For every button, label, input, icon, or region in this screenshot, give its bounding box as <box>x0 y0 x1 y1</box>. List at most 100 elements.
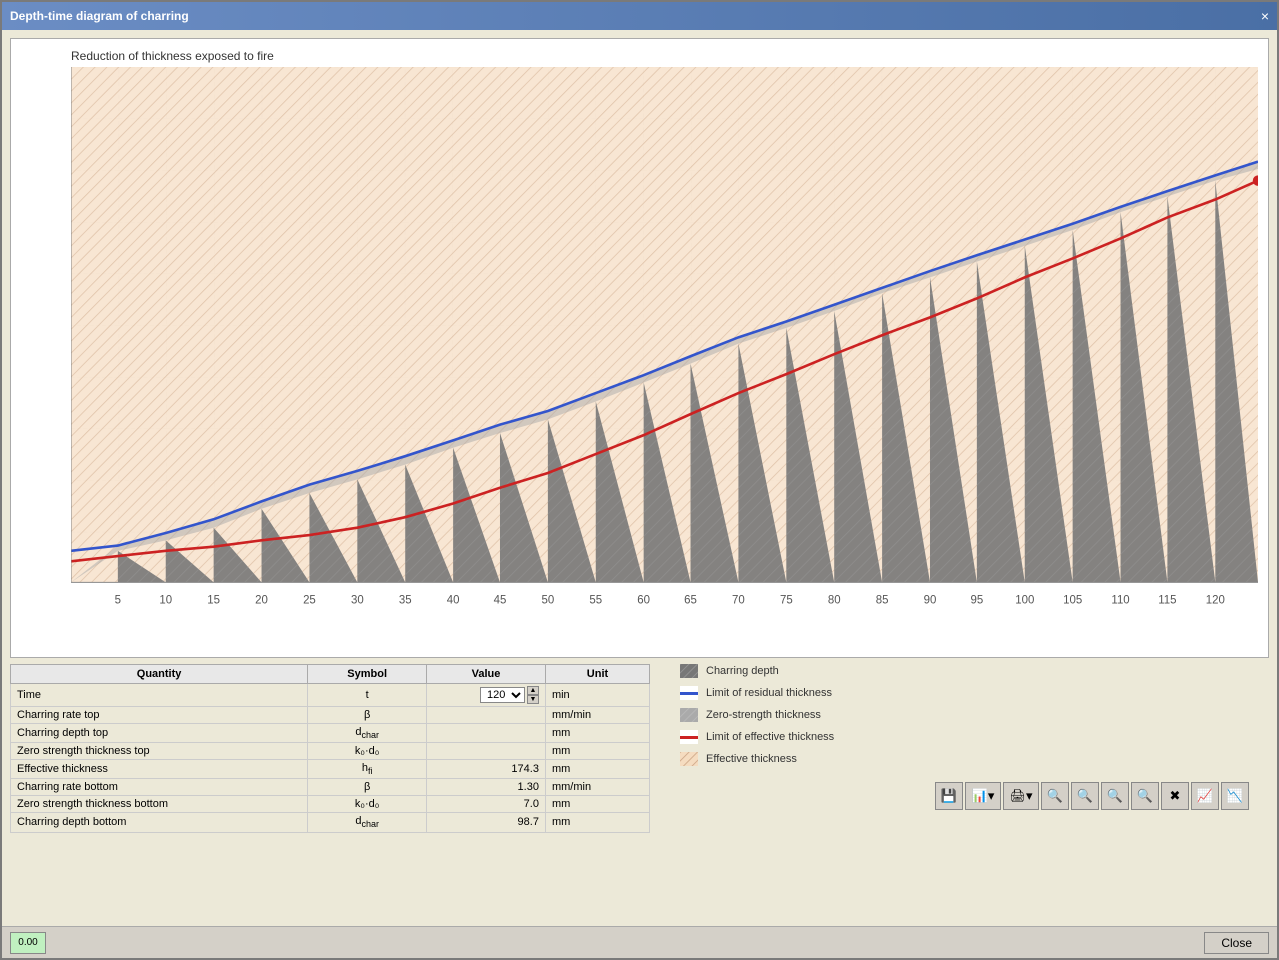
chart-type-2-button[interactable]: 📉 <box>1221 782 1249 810</box>
legend-effective-limit: Limit of effective thickness <box>680 730 1249 744</box>
row-charring-depth-top-value <box>427 724 546 743</box>
svg-text:120: 120 <box>1206 594 1225 606</box>
col-symbol: Symbol <box>308 665 427 684</box>
row-time-value: 120 30 60 90 ▲ ▼ <box>427 684 546 707</box>
title-bar: Depth-time diagram of charring × <box>2 2 1277 30</box>
row-effective-thickness-value: 174.3 <box>427 760 546 779</box>
legend-charring-depth: Charring depth <box>680 664 1249 678</box>
effective-limit-swatch <box>680 730 698 744</box>
col-unit: Unit <box>545 665 649 684</box>
row-zero-strength-bottom-value: 7.0 <box>427 796 546 813</box>
legend-residual-thickness-label: Limit of residual thickness <box>706 687 832 699</box>
time-increment[interactable]: ▲ <box>527 686 539 695</box>
row-zero-strength-bottom-label: Zero strength thickness bottom <box>11 796 308 813</box>
chart-svg: 0 25.0 50.0 75.0 100.0 125.0 150.0 175.0… <box>71 67 1258 635</box>
table-row: Charring depth bottom dchar 98.7 mm <box>11 813 650 832</box>
close-button[interactable]: Close <box>1204 932 1269 954</box>
legend-charring-depth-label: Charring depth <box>706 665 779 677</box>
row-time-label: Time <box>11 684 308 707</box>
svg-text:5: 5 <box>115 594 121 606</box>
legend-zero-strength-label: Zero-strength thickness <box>706 709 821 721</box>
legend-residual-thickness: Limit of residual thickness <box>680 686 1249 700</box>
window-close-button[interactable]: × <box>1261 8 1269 24</box>
window-title: Depth-time diagram of charring <box>10 9 189 23</box>
chart-type-1-button[interactable]: 📈 <box>1191 782 1219 810</box>
svg-text:50: 50 <box>542 594 555 606</box>
table-row: Charring rate top β mm/min <box>11 707 650 724</box>
row-effective-thickness-unit: mm <box>545 760 649 779</box>
row-charring-depth-bottom-symbol: dchar <box>308 813 427 832</box>
svg-text:40: 40 <box>447 594 460 606</box>
row-charring-rate-top-value <box>427 707 546 724</box>
row-charring-depth-top-symbol: dchar <box>308 724 427 743</box>
legend-zero-strength: Zero-strength thickness <box>680 708 1249 722</box>
row-zero-strength-top-unit: mm <box>545 743 649 760</box>
zoom-reset-button[interactable]: 🔍 <box>1101 782 1129 810</box>
col-value: Value <box>427 665 546 684</box>
print-button[interactable]: 🖨▾ <box>1003 782 1039 810</box>
svg-text:70: 70 <box>732 594 745 606</box>
row-time-symbol: t <box>308 684 427 707</box>
row-charring-rate-top-label: Charring rate top <box>11 707 308 724</box>
svg-text:55: 55 <box>589 594 602 606</box>
export-button[interactable]: 📊▾ <box>965 782 1001 810</box>
time-select[interactable]: 120 30 60 90 <box>480 687 525 703</box>
table-row: Effective thickness hfi 174.3 mm <box>11 760 650 779</box>
legend-section: Charring depth Limit of residual thickne… <box>660 664 1269 918</box>
legend-effective-thickness-label: Effective thickness <box>706 753 797 765</box>
chart-title: Reduction of thickness exposed to fire <box>71 49 1258 63</box>
status-indicator: 0.00 <box>10 932 46 954</box>
row-zero-strength-bottom-unit: mm <box>545 796 649 813</box>
save-button[interactable]: 💾 <box>935 782 963 810</box>
svg-text:20: 20 <box>255 594 268 606</box>
main-window: Depth-time diagram of charring × Reducti… <box>0 0 1279 960</box>
legend-effective-thickness: Effective thickness <box>680 752 1249 766</box>
legend-effective-limit-label: Limit of effective thickness <box>706 731 834 743</box>
zoom-in-button[interactable]: 🔍 <box>1041 782 1069 810</box>
svg-text:65: 65 <box>684 594 697 606</box>
svg-text:60: 60 <box>637 594 650 606</box>
row-charring-rate-bottom-unit: mm/min <box>545 779 649 796</box>
svg-text:115: 115 <box>1158 594 1176 606</box>
svg-text:95: 95 <box>971 594 984 606</box>
effective-thickness-swatch <box>680 752 698 766</box>
svg-text:30: 30 <box>351 594 364 606</box>
svg-text:105: 105 <box>1063 594 1082 606</box>
table-row: Time t 120 30 60 90 <box>11 684 650 707</box>
toolbar: 💾 📊▾ 🖨▾ 🔍 🔍 🔍 🔍 ✖ 📈 📉 <box>680 782 1249 810</box>
status-bar: 0.00 Close <box>2 926 1277 958</box>
row-effective-thickness-label: Effective thickness <box>11 760 308 779</box>
row-zero-strength-top-value <box>427 743 546 760</box>
svg-text:85: 85 <box>876 594 889 606</box>
status-left: 0.00 <box>10 932 46 954</box>
table-row: Zero strength thickness top k₀·d₀ mm <box>11 743 650 760</box>
clear-button[interactable]: ✖ <box>1161 782 1189 810</box>
svg-text:90: 90 <box>924 594 937 606</box>
row-zero-strength-top-symbol: k₀·d₀ <box>308 743 427 760</box>
zoom-out-button[interactable]: 🔍 <box>1071 782 1099 810</box>
main-content: Reduction of thickness exposed to fire <box>2 30 1277 926</box>
col-quantity: Quantity <box>11 665 308 684</box>
bottom-section: Quantity Symbol Value Unit Time t <box>10 664 1269 918</box>
table-row: Zero strength thickness bottom k₀·d₀ 7.0… <box>11 796 650 813</box>
row-charring-rate-bottom-value: 1.30 <box>427 779 546 796</box>
row-charring-rate-top-symbol: β <box>308 707 427 724</box>
zero-strength-swatch <box>680 708 698 722</box>
charring-depth-swatch <box>680 664 698 678</box>
svg-text:100: 100 <box>1015 594 1034 606</box>
table-section: Quantity Symbol Value Unit Time t <box>10 664 650 918</box>
residual-thickness-swatch <box>680 686 698 700</box>
svg-text:35: 35 <box>399 594 412 606</box>
zoom-fit-button[interactable]: 🔍 <box>1131 782 1159 810</box>
table-row: Charring rate bottom β 1.30 mm/min <box>11 779 650 796</box>
svg-text:25: 25 <box>303 594 316 606</box>
table-row: Charring depth top dchar mm <box>11 724 650 743</box>
data-table: Quantity Symbol Value Unit Time t <box>10 664 650 833</box>
row-zero-strength-bottom-symbol: k₀·d₀ <box>308 796 427 813</box>
row-charring-rate-top-unit: mm/min <box>545 707 649 724</box>
row-time-unit: min <box>545 684 649 707</box>
row-charring-depth-bottom-label: Charring depth bottom <box>11 813 308 832</box>
time-decrement[interactable]: ▼ <box>527 695 539 704</box>
svg-text:45: 45 <box>494 594 507 606</box>
row-charring-depth-top-label: Charring depth top <box>11 724 308 743</box>
